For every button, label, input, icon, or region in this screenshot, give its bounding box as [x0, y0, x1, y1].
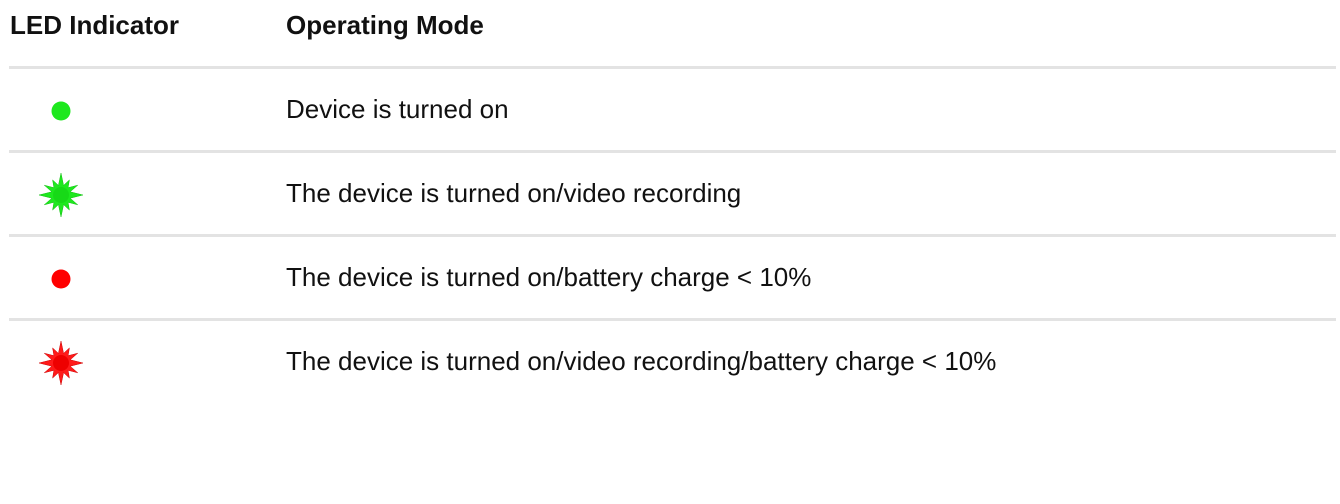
operating-mode-text: The device is turned on/video recording/…	[286, 346, 997, 376]
green-flashing-icon	[39, 173, 83, 217]
table-header-row: LED Indicator Operating Mode	[9, 0, 1336, 69]
table-row: The device is turned on/video recording	[9, 153, 1336, 237]
table-row: The device is turned on/battery charge <…	[9, 237, 1336, 321]
operating-mode-text: The device is turned on/video recording	[286, 178, 742, 208]
header-led-indicator: LED Indicator	[10, 10, 180, 40]
operating-mode-text: Device is turned on	[286, 94, 509, 124]
red-dot-icon	[39, 257, 83, 301]
table-row: Device is turned on	[9, 69, 1336, 153]
operating-mode-text: The device is turned on/battery charge <…	[286, 262, 812, 292]
led-indicator-table: LED Indicator Operating Mode Device is t…	[9, 0, 1336, 402]
header-operating-mode: Operating Mode	[286, 10, 484, 40]
table-row: The device is turned on/video recording/…	[9, 321, 1336, 402]
green-dot-icon	[39, 89, 83, 133]
red-flashing-icon	[39, 341, 83, 385]
